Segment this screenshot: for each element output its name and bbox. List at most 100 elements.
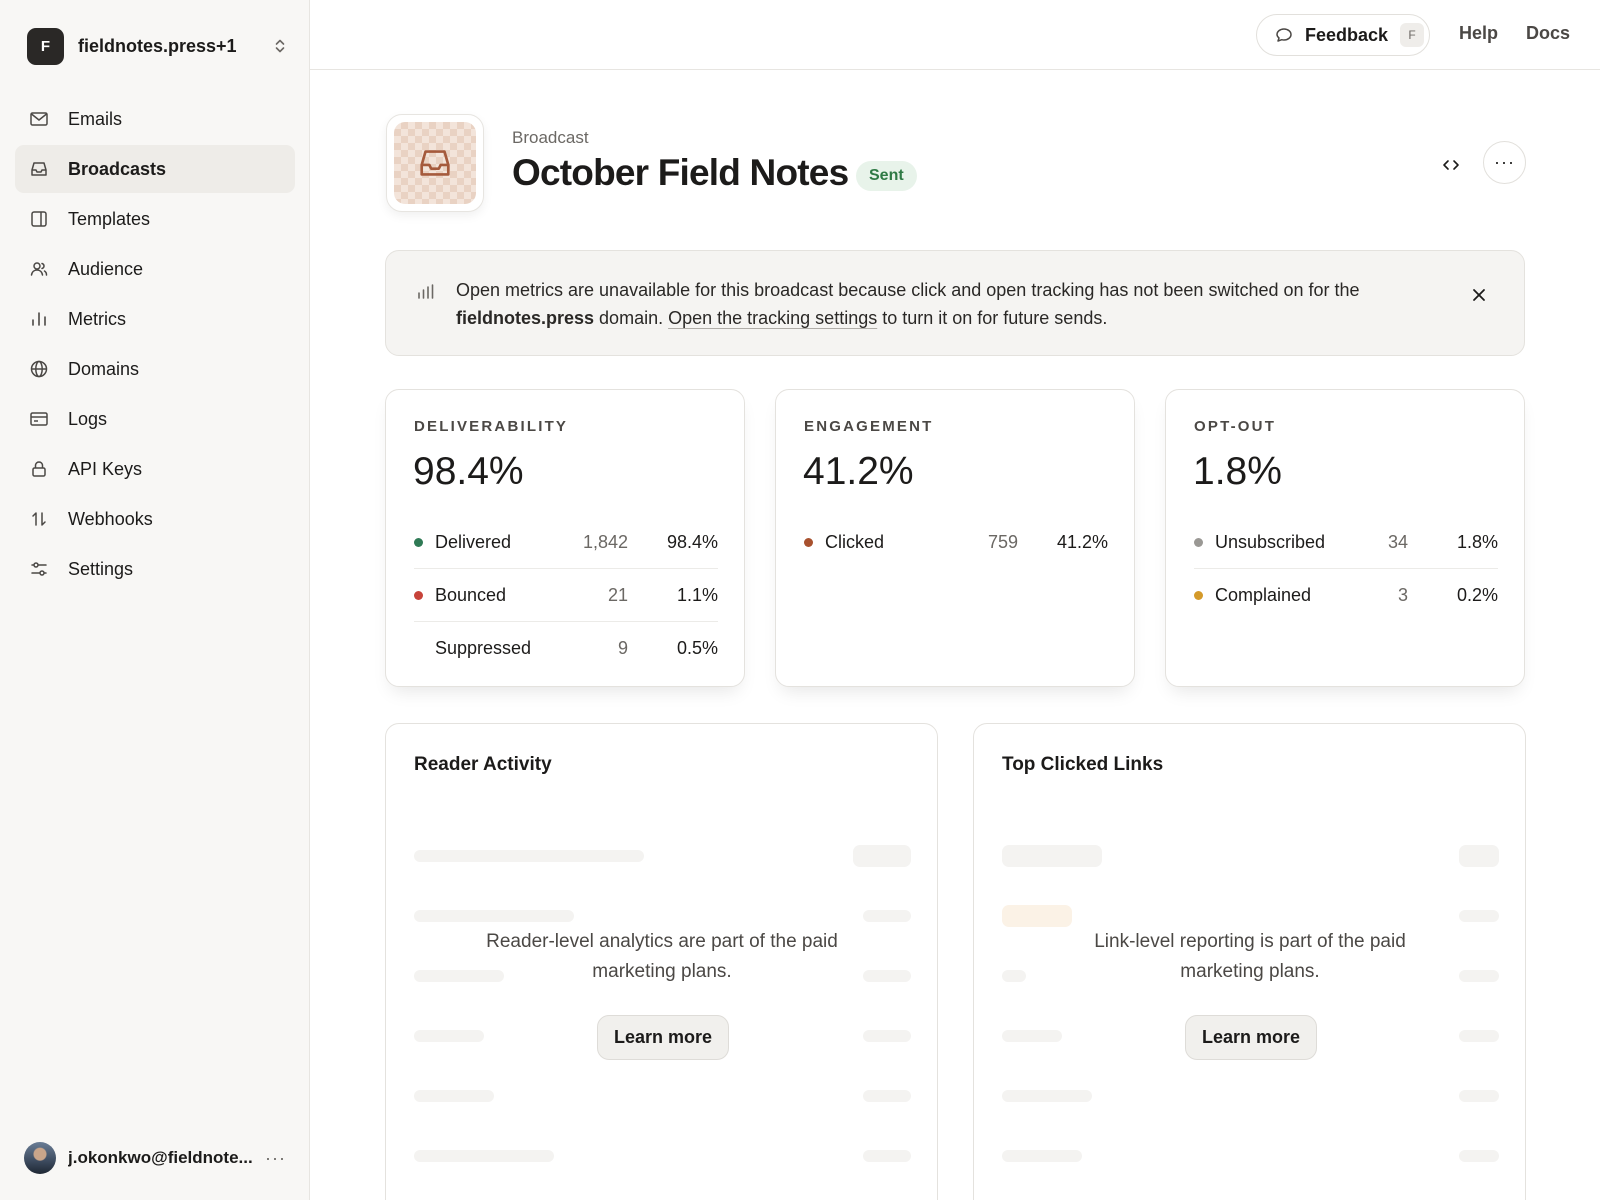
sidebar-item-label: API Keys: [68, 458, 143, 479]
skeleton-pill: [1459, 845, 1499, 867]
workspace-switcher[interactable]: F fieldnotes.press+1: [27, 27, 287, 65]
panel-title: Reader Activity: [414, 754, 552, 775]
skeleton-row: [1002, 826, 1499, 886]
bar-chart-icon: [418, 284, 434, 299]
skeleton-pill: [853, 845, 911, 867]
more-icon[interactable]: ···: [265, 1148, 286, 1169]
row-label: Delivered: [435, 531, 512, 552]
skeleton-bar: [863, 1150, 911, 1162]
user-menu[interactable]: j.okonkwo@fieldnote... ···: [24, 1141, 286, 1175]
banner-text-middle: domain.: [594, 308, 669, 328]
sidebar-item-emails[interactable]: Emails: [15, 95, 295, 143]
workspace-avatar: F: [27, 27, 64, 65]
row-label: Suppressed: [435, 638, 532, 658]
sidebar-item-label: Broadcasts: [68, 158, 167, 179]
status-dot: [1194, 591, 1203, 600]
stat-row-unsubscribed: Unsubscribed 34 1.8%: [1194, 516, 1498, 569]
skeleton-bar: [1002, 1030, 1062, 1042]
sidebar-item-metrics[interactable]: Metrics: [15, 295, 295, 343]
sidebar-item-label: Emails: [68, 108, 123, 129]
sidebar-item-domains[interactable]: Domains: [15, 345, 295, 393]
row-percent: 1.1%: [676, 584, 718, 605]
more-actions-button[interactable]: ···: [1483, 141, 1526, 184]
stat-rows: Unsubscribed 34 1.8% Complained 3 0.2%: [1194, 516, 1498, 622]
card-label: OPT-OUT: [1194, 418, 1277, 435]
user-email: j.okonkwo@fieldnote...: [68, 1148, 253, 1167]
help-link[interactable]: Help: [1459, 23, 1498, 44]
webhook-icon: [29, 509, 49, 529]
sidebar-item-label: Webhooks: [68, 508, 153, 529]
sidebar-item-broadcasts[interactable]: Broadcasts: [15, 145, 295, 193]
sidebar-item-label: Domains: [68, 358, 140, 379]
inbox-icon: [29, 159, 49, 179]
users-icon: [29, 259, 49, 279]
docs-link[interactable]: Docs: [1526, 23, 1570, 44]
skeleton-bar: [414, 850, 644, 862]
close-banner-button[interactable]: [1468, 284, 1490, 306]
chevron-up-down-icon: [275, 39, 285, 53]
row-count: 759: [987, 532, 1018, 552]
skeleton-bar: [863, 910, 911, 922]
sidebar-item-label: Logs: [68, 408, 108, 429]
row-percent: 0.5%: [676, 638, 718, 658]
sidebar-item-label: Audience: [68, 258, 144, 279]
row-count: 21: [607, 584, 628, 605]
skeleton-bar: [1002, 1150, 1082, 1162]
workspace-name: fieldnotes.press+1: [78, 35, 237, 56]
sidebar-item-webhooks[interactable]: Webhooks: [15, 495, 295, 543]
mail-icon: [29, 109, 49, 129]
reader-activity-panel: Reader Activity Reader-level analytics a…: [385, 723, 938, 1200]
topbar: Feedback F Help Docs: [310, 0, 1600, 70]
learn-more-button[interactable]: Learn more: [597, 1015, 729, 1060]
breadcrumb: Broadcast: [512, 128, 589, 147]
row-percent: 0.2%: [1456, 585, 1498, 605]
page-title: October Field Notes: [512, 152, 849, 193]
broadcast-thumbnail: [386, 114, 484, 212]
close-icon: [1473, 289, 1485, 301]
sidebar-item-logs[interactable]: Logs: [15, 395, 295, 443]
skeleton-bar: [1459, 910, 1499, 922]
thumbnail-inner: [394, 122, 476, 204]
sidebar: F fieldnotes.press+1 Emails Broadcasts T…: [0, 0, 310, 1200]
skeleton-bar: [1002, 970, 1026, 982]
upgrade-message: Link-level reporting is part of the paid…: [1094, 931, 1406, 982]
tracking-banner: Open metrics are unavailable for this br…: [385, 250, 1525, 356]
sliders-icon: [29, 559, 49, 579]
sidebar-nav: Emails Broadcasts Templates Audience Met…: [15, 95, 295, 595]
bar-chart-icon: [29, 309, 49, 329]
tracking-settings-link[interactable]: Open the tracking settings: [668, 308, 877, 328]
stat-rows: Delivered 1,842 98.4% Bounced 21 1.1% Su…: [414, 516, 718, 675]
row-label: Unsubscribed: [1215, 531, 1326, 552]
card-label: DELIVERABILITY: [414, 418, 569, 435]
card-label: ENGAGEMENT: [804, 418, 934, 435]
template-icon: [29, 209, 49, 229]
code-view-button[interactable]: [1436, 150, 1466, 180]
sidebar-item-templates[interactable]: Templates: [15, 195, 295, 243]
log-icon: [29, 409, 49, 429]
panel-title: Top Clicked Links: [1002, 754, 1164, 775]
skeleton-pill: [1002, 905, 1072, 927]
banner-text-end: to turn it on for future sends.: [877, 308, 1108, 328]
status-dot: [804, 538, 813, 547]
row-count: 9: [617, 638, 628, 658]
skeleton-bar: [1002, 1090, 1092, 1102]
opt-out-card: OPT-OUT 1.8% Unsubscribed 34 1.8% Compla…: [1165, 389, 1525, 687]
row-count: 34: [1387, 531, 1408, 552]
banner-domain: fieldnotes.press: [456, 308, 595, 328]
status-dot: [1194, 537, 1203, 547]
sidebar-item-label: Templates: [68, 208, 151, 229]
top-clicked-links-panel: Top Clicked Links Link-level reporting i…: [973, 723, 1526, 1200]
stat-row-delivered: Delivered 1,842 98.4%: [414, 516, 718, 569]
sidebar-item-settings[interactable]: Settings: [15, 545, 295, 593]
skeleton-row: [1002, 1126, 1499, 1186]
sidebar-item-api-keys[interactable]: API Keys: [15, 445, 295, 493]
skeleton-row: [414, 826, 911, 886]
globe-icon: [29, 359, 49, 379]
feedback-button[interactable]: Feedback F: [1256, 14, 1430, 56]
learn-more-button[interactable]: Learn more: [1185, 1015, 1317, 1060]
inbox-icon: [420, 150, 450, 176]
placeholder-skeleton: [414, 826, 911, 1186]
stat-row-clicked: Clicked 759 41.2%: [804, 516, 1108, 569]
sidebar-item-audience[interactable]: Audience: [15, 245, 295, 293]
row-percent: 1.8%: [1456, 531, 1498, 552]
